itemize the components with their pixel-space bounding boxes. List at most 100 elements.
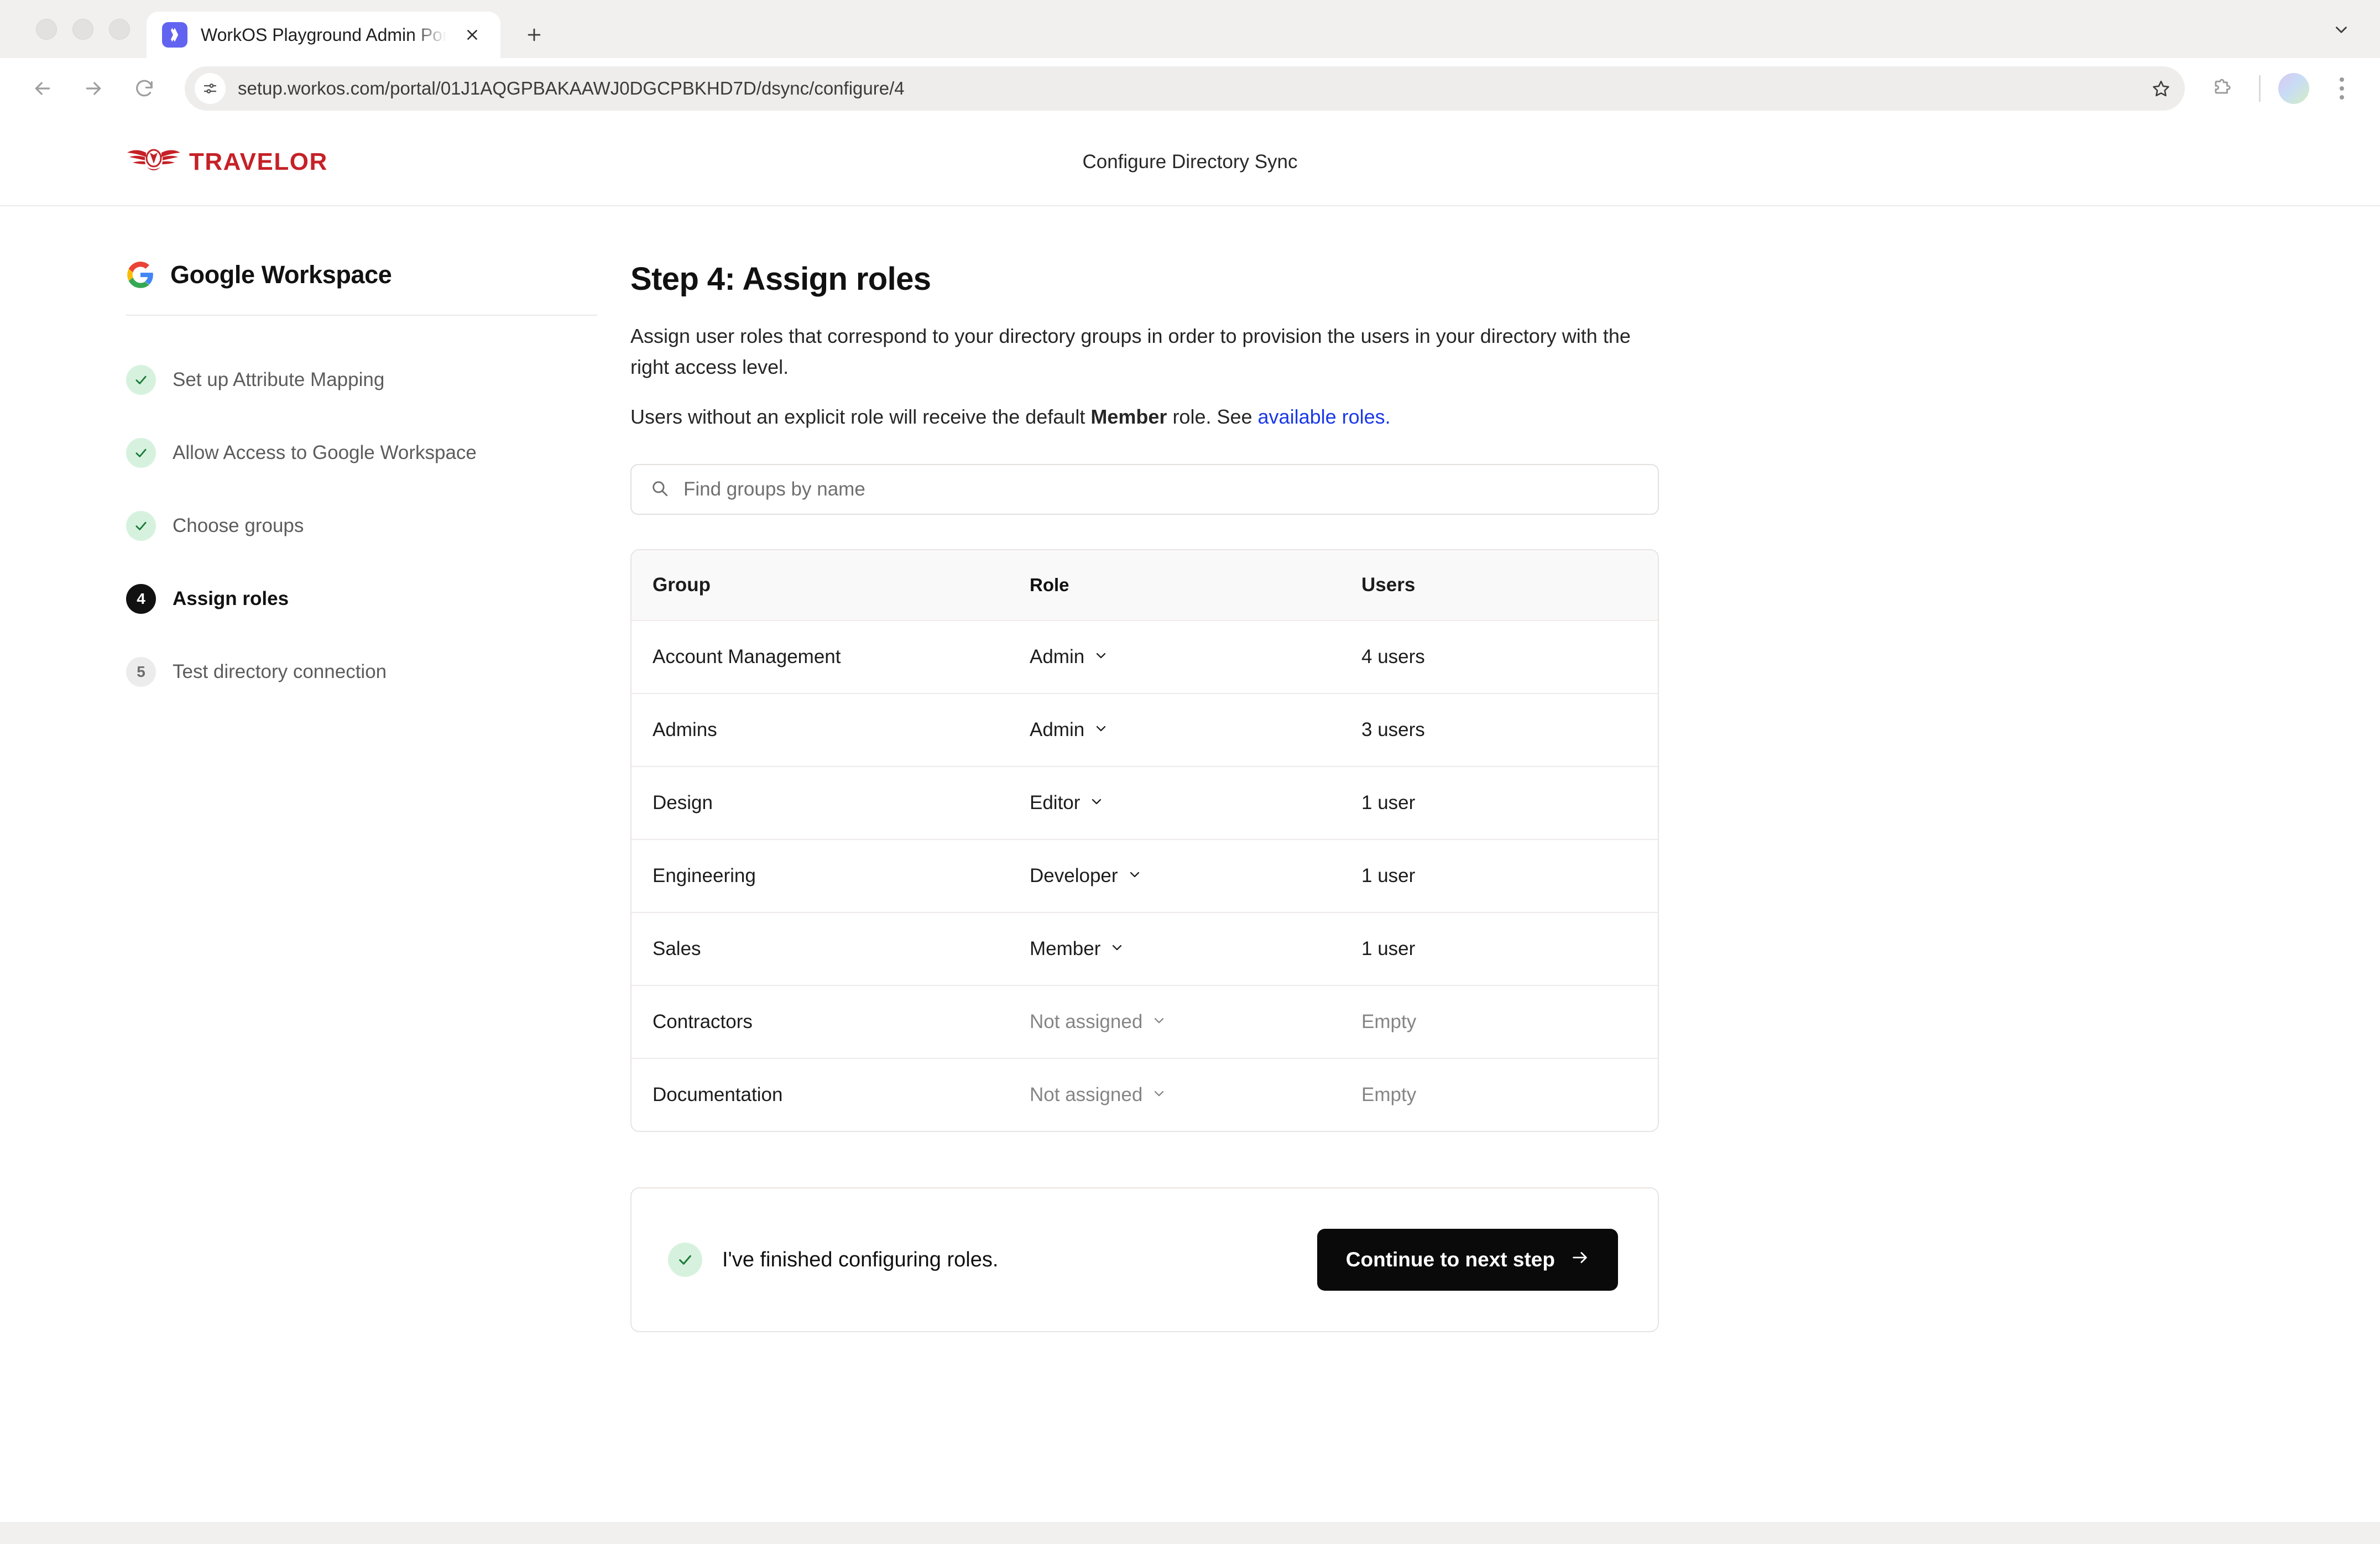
window-maximize-button[interactable] [109,18,130,40]
role-dropdown[interactable]: Developer [1030,865,1142,887]
check-icon [126,511,156,541]
check-icon [668,1243,702,1277]
group-name: Admins [653,719,717,741]
search-input[interactable] [683,478,1639,501]
role-value: Admin [1030,646,1085,668]
column-header-group: Group [653,574,711,596]
step-list: Set up Attribute Mapping Allow Access to… [126,316,597,708]
users-count: 1 user [1361,865,1416,887]
finish-card: I've finished configuring roles. Continu… [630,1187,1659,1333]
browser-window: WorkOS Playground Admin Portal setup.wor… [0,0,2380,1544]
avatar[interactable] [2278,73,2309,104]
sidebar-step-allow-access[interactable]: Allow Access to Google Workspace [126,416,597,489]
step-description: Assign user roles that correspond to you… [630,325,1631,378]
role-cell: Not assigned [1030,1084,1361,1106]
page-viewport: TRAVELOR Configure Directory Sync Google… [0,119,2380,1522]
puzzle-piece-icon[interactable] [2202,69,2241,108]
directory-provider: Google Workspace [126,260,597,316]
continue-to-next-step-button[interactable]: Continue to next step [1317,1229,1618,1291]
group-name: Sales [653,938,701,960]
browser-toolbar: setup.workos.com/portal/01J1AQGPBAKAAWJ0… [0,58,2380,119]
arrow-right-icon [1570,1248,1589,1272]
chevron-down-icon[interactable] [2328,17,2355,43]
address-bar[interactable]: setup.workos.com/portal/01J1AQGPBAKAAWJ0… [185,66,2185,111]
reload-icon[interactable] [122,66,167,111]
table-row: Engineering Developer 1 user [631,839,1658,912]
group-name: Contractors [653,1011,753,1033]
group-roles-table: Group Role Users Account Management Admi… [630,549,1659,1133]
arrow-right-icon[interactable] [71,66,116,111]
continue-button-label: Continue to next step [1345,1248,1555,1271]
star-icon[interactable] [2144,71,2178,106]
role-cell: Developer [1030,865,1361,887]
step-number-badge: 5 [126,657,156,687]
window-close-button[interactable] [36,18,57,40]
table-row: Design Editor 1 user [631,766,1658,839]
window-minimize-button[interactable] [72,18,93,40]
column-header-users: Users [1361,574,1416,596]
group-search-box[interactable] [630,464,1659,515]
sidebar-step-choose-groups[interactable]: Choose groups [126,489,597,562]
step-heading: Step 4: Assign roles [630,261,931,297]
window-bottom-strip [0,1522,2380,1544]
role-value: Developer [1030,865,1118,887]
sidebar-step-label: Choose groups [173,515,304,536]
google-logo-icon [126,260,155,289]
group-name: Engineering [653,865,756,887]
window-controls [22,0,147,58]
sidebar-step-test-connection[interactable]: 5 Test directory connection [126,635,597,708]
role-value: Admin [1030,719,1085,741]
role-dropdown[interactable]: Not assigned [1030,1011,1167,1033]
check-icon [126,438,156,468]
chevron-down-icon [1127,865,1142,887]
page-title: Configure Directory Sync [1082,151,1298,173]
default-role-text-before: Users without an explicit role will rece… [630,405,1091,428]
table-row: Admins Admin 3 users [631,693,1658,766]
users-count: 4 users [1361,646,1425,668]
users-count: Empty [1361,1011,1417,1033]
sidebar-step-label: Test directory connection [173,661,387,682]
available-roles-link[interactable]: available roles. [1258,405,1391,428]
role-value: Editor [1030,792,1081,814]
close-icon[interactable] [460,22,485,48]
sidebar-step-label: Assign roles [173,588,289,609]
role-dropdown[interactable]: Admin [1030,719,1109,741]
table-row: Sales Member 1 user [631,912,1658,985]
users-count: 3 users [1361,719,1425,741]
chevron-down-icon [1151,1084,1167,1106]
step-number-badge: 4 [126,584,156,614]
three-dot-menu-icon[interactable] [2324,69,2360,108]
table-row: Contractors Not assigned Empty [631,985,1658,1058]
role-cell: Member [1030,938,1361,960]
sidebar-step-label: Allow Access to Google Workspace [173,442,477,463]
workos-logo-icon [162,22,187,48]
role-dropdown[interactable]: Not assigned [1030,1084,1167,1106]
group-name: Documentation [653,1084,783,1106]
table-row: Account Management Admin 4 users [631,620,1658,693]
default-role-note: Users without an explicit role will rece… [630,401,1659,432]
group-name: Account Management [653,646,841,668]
users-count: 1 user [1361,792,1416,814]
main-content: Step 4: Assign roles Assign user roles t… [630,260,1770,1333]
role-cell: Not assigned [1030,1011,1361,1033]
role-cell: Admin [1030,719,1361,741]
table-row: Documentation Not assigned Empty [631,1058,1658,1131]
users-count: 1 user [1361,938,1416,960]
table-header-row: Group Role Users [631,550,1658,620]
sidebar-step-assign-roles[interactable]: 4 Assign roles [126,562,597,635]
sidebar-step-label: Set up Attribute Mapping [173,369,385,390]
finish-status: I've finished configuring roles. [668,1243,998,1277]
group-name: Design [653,792,713,814]
role-dropdown[interactable]: Member [1030,938,1125,960]
finish-text: I've finished configuring roles. [722,1248,999,1271]
role-cell: Admin [1030,646,1361,668]
role-dropdown[interactable]: Admin [1030,646,1109,668]
site-settings-icon[interactable] [195,73,226,104]
role-value: Not assigned [1030,1084,1143,1106]
sidebar-step-attribute-mapping[interactable]: Set up Attribute Mapping [126,343,597,416]
browser-tab[interactable]: WorkOS Playground Admin Portal [147,12,500,58]
plus-icon[interactable] [515,15,554,54]
role-dropdown[interactable]: Editor [1030,792,1104,814]
default-role-text-after: role. See [1167,405,1258,428]
arrow-left-icon[interactable] [20,66,65,111]
